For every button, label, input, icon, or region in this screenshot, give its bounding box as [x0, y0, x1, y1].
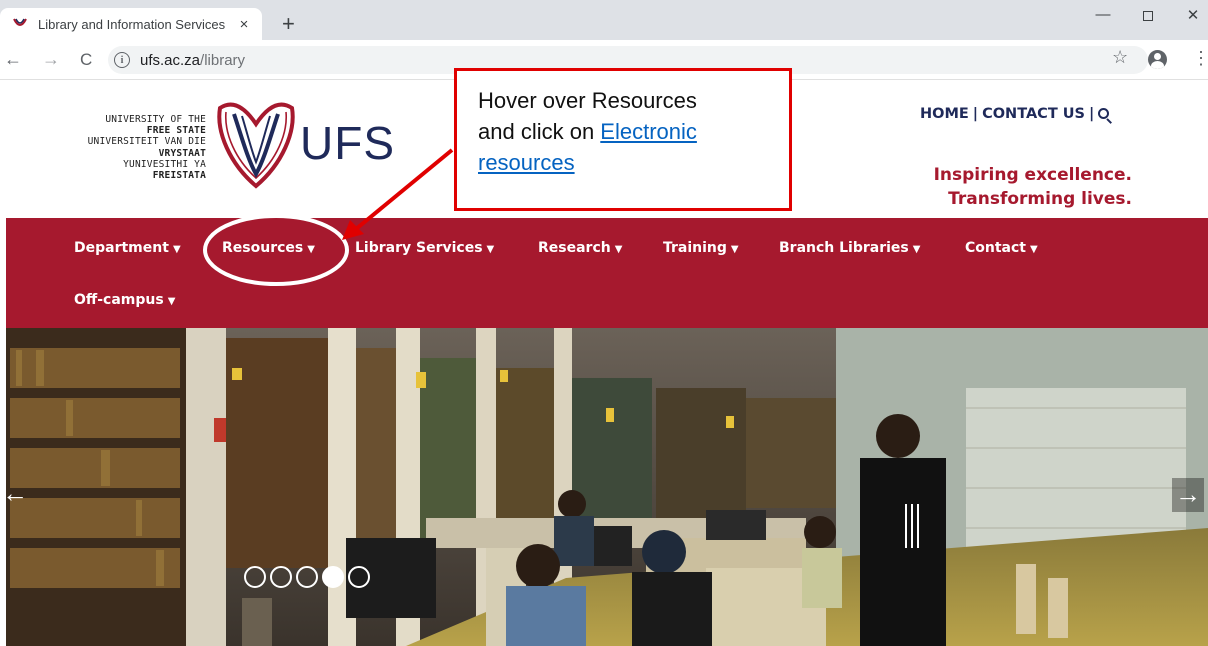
search-icon[interactable]	[1098, 108, 1110, 119]
top-links: HOME | CONTACT US |	[920, 106, 1110, 122]
forward-button[interactable]: →	[42, 49, 60, 70]
nav-item-department[interactable]: Department ▼	[74, 240, 181, 256]
nav-item-research[interactable]: Research ▼	[538, 240, 622, 256]
browser-tab[interactable]: Library and Information Services ×	[0, 8, 262, 40]
hero-carousel[interactable]	[6, 328, 1208, 646]
caret-down-icon: ▼	[730, 244, 739, 255]
profile-avatar-icon[interactable]	[1148, 50, 1167, 69]
instruction-callout: Hover over Resources and click on Electr…	[454, 68, 792, 211]
carousel-prev-arrow-icon[interactable]: ←	[2, 478, 28, 509]
caret-down-icon: ▼	[172, 244, 181, 255]
caret-down-icon: ▼	[614, 244, 623, 255]
carousel-dot[interactable]	[244, 566, 266, 588]
nav-item-label: Branch Libraries	[779, 240, 909, 256]
maximize-button[interactable]	[1133, 6, 1163, 25]
callout-line-1: Hover over Resources	[478, 88, 697, 113]
reload-button[interactable]: C	[80, 50, 92, 70]
logo-text-line: FREE STATE	[146, 125, 206, 137]
nav-item-label: Department	[74, 240, 169, 256]
tagline-line-2: Transforming lives.	[948, 189, 1132, 209]
back-button[interactable]: ←	[4, 49, 22, 70]
caret-down-icon: ▼	[167, 296, 176, 307]
ufs-wordmark[interactable]: UFS	[300, 120, 395, 166]
caret-down-icon: ▼	[1030, 244, 1038, 255]
nav-item-off-campus[interactable]: Off-campus ▼	[74, 292, 175, 308]
logo-text-line: YUNIVESITHI YA	[123, 158, 206, 170]
nav-item-branch-libraries[interactable]: Branch Libraries ▼	[779, 240, 920, 256]
nav-item-label: Contact	[965, 240, 1026, 256]
main-navigation: Department ▼ Resources ▼ Library Services ▼…	[6, 218, 1208, 328]
carousel-dot[interactable]	[296, 566, 318, 588]
electronic-resources-link[interactable]: Electronic	[600, 119, 697, 144]
nav-item-library-services[interactable]: Library Services ▼	[355, 240, 494, 256]
tagline: Inspiring excellence. Transforming lives…	[880, 163, 1132, 211]
browser-menu-icon[interactable]: ⋮	[1192, 48, 1208, 69]
nav-item-label: Training	[663, 240, 727, 256]
nav-item-label: Off-campus	[74, 292, 164, 308]
callout-line-2: and click on Electronic	[478, 116, 789, 147]
contact-us-link[interactable]: CONTACT US	[982, 106, 1085, 122]
carousel-next-arrow-icon[interactable]: →	[1172, 478, 1204, 512]
caret-down-icon: ▼	[912, 244, 921, 255]
ufs-favicon-icon	[13, 18, 27, 26]
site-info-icon[interactable]: i	[114, 52, 130, 68]
nav-item-resources[interactable]: Resources ▼	[222, 240, 315, 256]
close-window-button[interactable]: ✕	[1178, 6, 1208, 24]
carousel-dot[interactable]	[322, 566, 344, 588]
bookmark-star-icon[interactable]: ☆	[1112, 47, 1128, 68]
new-tab-button[interactable]: +	[282, 11, 295, 37]
tab-title: Library and Information Services	[38, 16, 226, 32]
callout-line-3: resources	[478, 147, 789, 178]
maximize-icon	[1143, 11, 1153, 21]
tagline-line-1: Inspiring excellence.	[933, 165, 1132, 185]
browser-tab-bar: Library and Information Services × + — ✕	[0, 0, 1208, 40]
url-text: ufs.ac.za/library	[140, 52, 245, 69]
link-separator: |	[972, 106, 979, 122]
caret-down-icon: ▼	[486, 244, 495, 255]
tab-close-icon[interactable]: ×	[234, 16, 254, 33]
nav-item-training[interactable]: Training ▼	[663, 240, 739, 256]
link-separator: |	[1088, 106, 1095, 122]
logo-text-line: UNIVERSITY OF THE	[105, 114, 206, 125]
carousel-indicators	[244, 566, 370, 588]
caret-down-icon: ▼	[307, 244, 315, 255]
library-photo	[6, 328, 1208, 646]
logo-text-line: FREISTATA	[152, 170, 206, 182]
logo-text-line: VRYSTAAT	[158, 147, 206, 159]
url-path: /library	[200, 51, 246, 69]
nav-item-label: Library Services	[355, 240, 483, 256]
nav-item-label: Resources	[222, 240, 304, 256]
minimize-button[interactable]: —	[1088, 6, 1118, 23]
university-name-block[interactable]: UNIVERSITY OF THE FREE STATE UNIVERSITEIT …	[40, 114, 206, 181]
carousel-dot[interactable]	[270, 566, 292, 588]
ufs-logo-mark-icon[interactable]	[214, 94, 298, 194]
nav-item-contact[interactable]: Contact ▼	[965, 240, 1038, 256]
home-link[interactable]: HOME	[920, 106, 969, 122]
carousel-dot[interactable]	[348, 566, 370, 588]
electronic-resources-link-cont[interactable]: resources	[478, 150, 575, 175]
callout-text: and click on	[478, 119, 601, 144]
logo-text-line: UNIVERSITEIT VAN DIE	[87, 136, 206, 148]
url-host: ufs.ac.za	[140, 51, 201, 69]
nav-item-label: Research	[538, 240, 611, 256]
